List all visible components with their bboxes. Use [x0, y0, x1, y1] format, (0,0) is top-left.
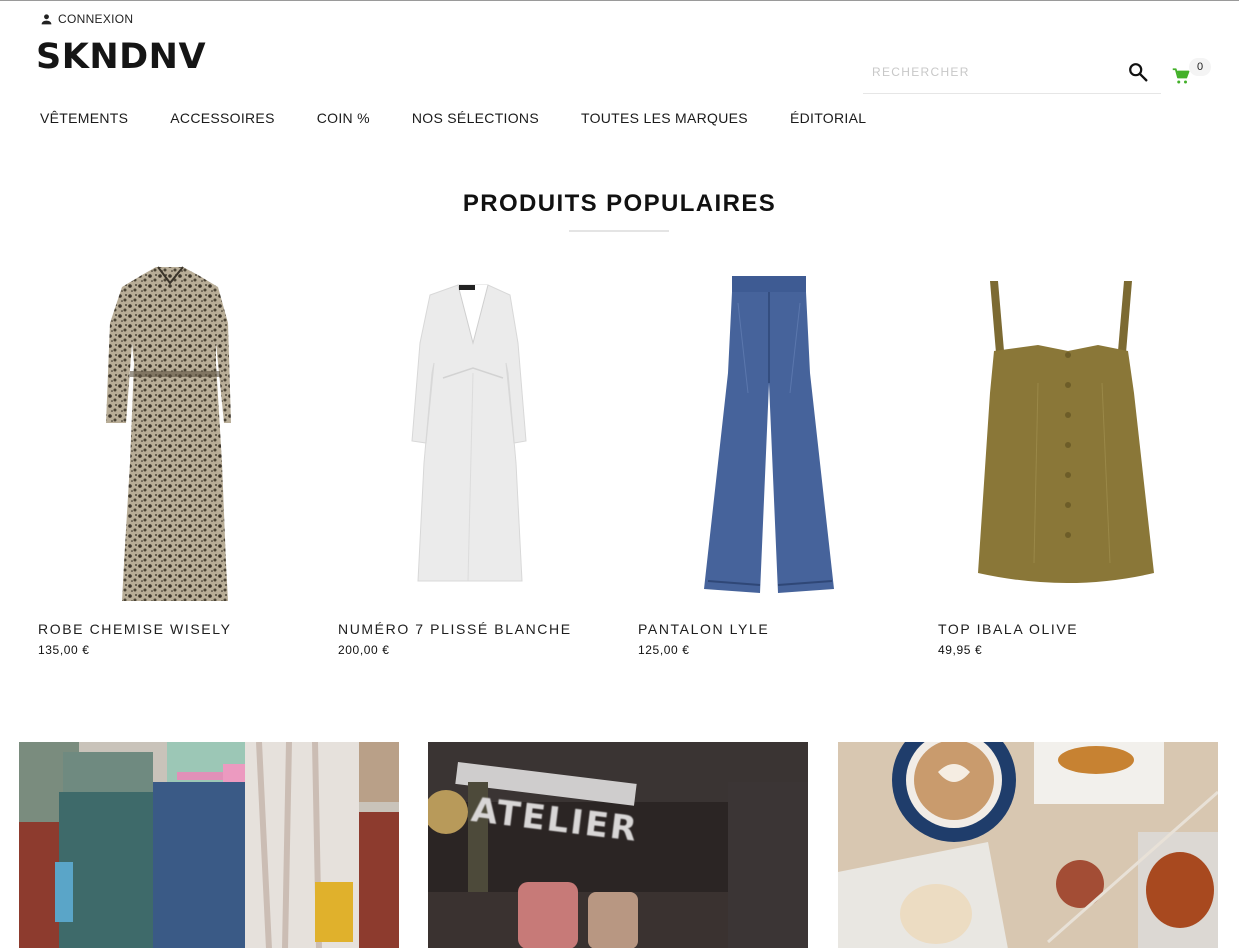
search-bar	[863, 51, 1161, 94]
product-name[interactable]: PANTALON LYLE	[638, 621, 769, 637]
product-price: 200,00 €	[338, 643, 390, 657]
title-divider	[569, 230, 669, 232]
nav-item-coin[interactable]: COIN %	[317, 110, 370, 126]
banner-atelier[interactable]: ATELIER	[428, 742, 808, 948]
cafe-photo	[838, 742, 1218, 948]
user-icon	[41, 13, 52, 24]
banner-street-style[interactable]	[19, 742, 399, 948]
product-price: 125,00 €	[638, 643, 690, 657]
product-grid: ROBE CHEMISE WISELY 135,00 € NUMÉRO 7 PL…	[0, 263, 1239, 683]
banner-row: ATELIER	[0, 742, 1239, 948]
product-price: 49,95 €	[938, 643, 983, 657]
product-card[interactable]: PANTALON LYLE 125,00 €	[638, 263, 908, 663]
main-nav: VÊTEMENTS ACCESSOIRES COIN % NOS SÉLECTI…	[40, 110, 908, 126]
product-image-denim-wide-trousers[interactable]	[638, 263, 908, 608]
product-card[interactable]: TOP IBALA OLIVE 49,95 €	[938, 263, 1208, 663]
product-image-printed-shirt-dress[interactable]	[38, 263, 308, 608]
search-icon[interactable]	[1127, 61, 1149, 83]
product-name[interactable]: ROBE CHEMISE WISELY	[38, 621, 232, 637]
section-title: PRODUITS POPULAIRES	[462, 190, 777, 217]
product-price: 135,00 €	[38, 643, 90, 657]
nav-item-accessoires[interactable]: ACCESSOIRES	[170, 110, 274, 126]
nav-item-editorial[interactable]: ÉDITORIAL	[790, 110, 866, 126]
product-image-white-plisse-dress[interactable]	[338, 263, 608, 608]
nav-item-vetements[interactable]: VÊTEMENTS	[40, 110, 128, 126]
cart-count-badge: 0	[1189, 58, 1211, 76]
site-logo[interactable]: SKNDNV	[36, 37, 206, 77]
product-image-olive-buttoned-top[interactable]	[938, 263, 1208, 608]
product-name[interactable]: TOP IBALA OLIVE	[938, 621, 1078, 637]
login-link[interactable]: CONNEXION	[40, 12, 133, 26]
product-card[interactable]: ROBE CHEMISE WISELY 135,00 €	[38, 263, 308, 663]
search-input[interactable]	[863, 65, 1113, 79]
cart-icon[interactable]	[1172, 67, 1190, 85]
login-label: CONNEXION	[58, 12, 134, 26]
nav-item-toutes-les-marques[interactable]: TOUTES LES MARQUES	[581, 110, 748, 126]
banner-cafe[interactable]	[838, 742, 1218, 948]
nav-item-nos-selections[interactable]: NOS SÉLECTIONS	[412, 110, 539, 126]
product-card[interactable]: NUMÉRO 7 PLISSÉ BLANCHE 200,00 €	[338, 263, 608, 663]
street-style-photo	[19, 742, 399, 948]
product-name[interactable]: NUMÉRO 7 PLISSÉ BLANCHE	[338, 621, 572, 637]
